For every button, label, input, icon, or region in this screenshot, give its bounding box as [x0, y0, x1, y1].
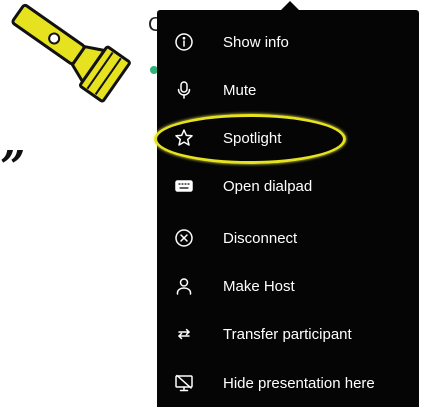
menu-item-label: Make Host	[223, 277, 295, 295]
participant-context-menu: Show info Mute Spotlight Open dialpad Di	[157, 10, 419, 407]
menu-item-label: Spotlight	[223, 129, 282, 147]
menu-item-spotlight[interactable]: Spotlight	[157, 113, 419, 163]
flashlight-icon	[11, 3, 131, 103]
menu-item-label: Mute	[223, 81, 257, 99]
menu-item-transfer-participant[interactable]: Transfer participant	[157, 309, 419, 359]
keyboard-icon	[173, 175, 195, 197]
menu-item-disconnect[interactable]: Disconnect	[157, 213, 419, 263]
info-icon	[173, 31, 195, 53]
star-icon	[173, 127, 195, 149]
menu-item-label: Transfer participant	[223, 325, 352, 343]
menu-item-make-host[interactable]: Make Host	[157, 261, 419, 311]
screenshot-stage: C ” Show info Mute Spotlight Open dialpa…	[0, 0, 423, 407]
menu-item-label: Show info	[223, 33, 289, 51]
person-icon	[173, 275, 195, 297]
background-quote-mark: ”	[0, 142, 26, 193]
menu-item-label: Open dialpad	[223, 177, 313, 195]
menu-item-mute[interactable]: Mute	[157, 65, 419, 115]
microphone-icon	[173, 79, 195, 101]
close-circle-icon	[173, 227, 195, 249]
screen-off-icon	[173, 372, 195, 394]
menu-item-show-info[interactable]: Show info	[157, 17, 419, 67]
transfer-arrows-icon	[173, 323, 195, 345]
menu-caret	[281, 1, 299, 10]
menu-item-open-dialpad[interactable]: Open dialpad	[157, 161, 419, 211]
menu-item-label: Disconnect	[223, 229, 298, 247]
menu-item-hide-presentation[interactable]: Hide presentation here	[157, 358, 419, 407]
menu-item-label: Hide presentation here	[223, 374, 375, 392]
